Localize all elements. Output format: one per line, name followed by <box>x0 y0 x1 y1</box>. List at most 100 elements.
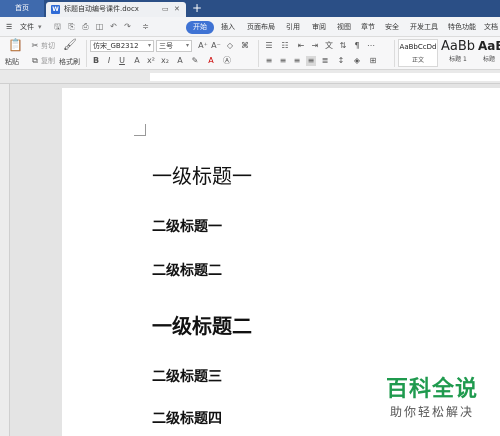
shading-icon[interactable]: ◈ <box>352 56 362 66</box>
redo-icon[interactable]: ↷ <box>122 21 133 32</box>
document-tab-title: 标题自动编号课件.docx <box>64 5 139 13</box>
watermark-subtitle: 助你轻松解决 <box>389 405 474 419</box>
menu-tab-references[interactable]: 引用 <box>286 17 300 37</box>
file-menu-dropdown-icon[interactable]: ▾ <box>38 17 42 37</box>
paste-icon[interactable]: 📋 <box>8 39 23 54</box>
highlight-icon[interactable]: ✎ <box>190 56 200 66</box>
ribbon-divider <box>258 40 259 67</box>
paste-button[interactable]: 粘贴 <box>5 57 19 67</box>
increase-indent-icon[interactable]: ⇥ <box>310 41 320 51</box>
save-icon[interactable]: 🖫 <box>52 21 63 32</box>
text-effect-icon[interactable]: A <box>175 56 185 66</box>
heading-level-2[interactable]: 二级标题三 <box>152 366 222 386</box>
align-right-icon[interactable]: ≡ <box>292 56 302 66</box>
menu-tab-docs[interactable]: 文档 <box>484 17 498 37</box>
style-normal-sample: AaBbCcDd <box>399 43 437 51</box>
menu-tab-security[interactable]: 安全 <box>385 17 399 37</box>
word-doc-icon: W <box>51 5 60 14</box>
style-heading[interactable]: AaB 标题 <box>478 39 500 67</box>
menu-tab-developer[interactable]: 开发工具 <box>410 17 438 37</box>
heading-level-1[interactable]: 一级标题二 <box>152 310 252 339</box>
customize-toolbar-icon[interactable]: ≑ <box>140 21 151 32</box>
style-heading-1-sample: AaBb <box>440 39 476 54</box>
char-border-icon[interactable]: Ⓐ <box>222 56 232 66</box>
menu-bar: ☰ 文件 ▾ 🖫 ⎘ ⎙ ◫ ↶ ↷ ≑ 开始 插入 页面布局 引用 审阅 视图… <box>0 17 500 37</box>
menu-tab-insert[interactable]: 插入 <box>221 17 235 37</box>
format-painter-icon[interactable]: 🖌 <box>63 39 77 54</box>
heading-level-2[interactable]: 二级标题二 <box>152 260 222 280</box>
superscript-icon[interactable]: x² <box>146 56 156 66</box>
pinyin-guide-icon[interactable]: ⌘ <box>240 41 250 51</box>
menu-tab-section[interactable]: 章节 <box>361 17 375 37</box>
ruler-scale <box>150 73 500 81</box>
copy-button[interactable]: 复制 <box>41 56 55 66</box>
print-preview-icon[interactable]: ◫ <box>94 21 105 32</box>
new-tab-button[interactable]: + <box>192 1 202 16</box>
subscript-icon[interactable]: x₂ <box>160 56 170 66</box>
menu-tab-view[interactable]: 视图 <box>337 17 351 37</box>
export-pdf-icon[interactable]: ⎘ <box>66 21 77 32</box>
format-painter-button[interactable]: 格式刷 <box>59 57 80 67</box>
cut-icon[interactable]: ✂ <box>30 41 40 51</box>
site-watermark: 百科全说 助你轻松解决 <box>372 376 492 420</box>
strikethrough-icon[interactable]: A <box>132 56 142 66</box>
decrease-font-icon[interactable]: A⁻ <box>211 41 221 51</box>
style-heading-sample: AaB <box>478 39 500 53</box>
increase-font-icon[interactable]: A⁺ <box>198 41 208 51</box>
undo-icon[interactable]: ↶ <box>108 21 119 32</box>
decrease-indent-icon[interactable]: ⇤ <box>296 41 306 51</box>
style-normal[interactable]: AaBbCcDd 正文 <box>398 39 438 67</box>
show-marks-icon[interactable]: ¶ <box>352 41 362 51</box>
font-name-value: 仿宋_GB2312 <box>93 42 139 50</box>
style-normal-label: 正文 <box>411 57 424 64</box>
heading-level-1[interactable]: 一级标题一 <box>152 160 252 189</box>
ribbon-divider <box>394 40 395 67</box>
watermark-title: 百科全说 <box>385 377 478 402</box>
chevron-down-icon: ▾ <box>147 42 151 49</box>
page-margin-corner-mark <box>134 124 146 136</box>
window-restore-icon[interactable]: ▭ <box>162 2 169 17</box>
clear-format-icon[interactable]: ◇ <box>225 41 235 51</box>
bullet-list-icon[interactable]: ☰ <box>264 41 274 51</box>
paragraph-settings-icon[interactable]: ⋯ <box>366 41 376 51</box>
menu-tab-features[interactable]: 特色功能 <box>448 17 476 37</box>
style-heading-1-label: 标题 1 <box>449 56 467 63</box>
numbered-list-icon[interactable]: ☷ <box>280 41 290 51</box>
hamburger-menu-icon[interactable]: ☰ <box>6 17 12 37</box>
print-icon[interactable]: ⎙ <box>80 21 91 32</box>
home-tab[interactable]: 首页 <box>0 0 44 17</box>
document-tab[interactable]: W 标题自动编号课件.docx ▭ ✕ <box>46 2 186 17</box>
chinese-layout-icon[interactable]: 文 <box>324 41 334 51</box>
align-left-icon[interactable]: ≡ <box>264 56 274 66</box>
ribbon-toolbar: 📋 粘贴 ✂ 剪切 ⧉ 复制 🖌 格式刷 仿宋_GB2312 ▾ 三号 ▾ A⁺… <box>0 37 500 70</box>
style-heading-label: 标题 <box>482 56 495 63</box>
font-name-select[interactable]: 仿宋_GB2312 ▾ <box>90 40 154 52</box>
file-menu[interactable]: 文件 <box>20 17 34 37</box>
font-size-value: 三号 <box>159 42 173 50</box>
menu-tab-start[interactable]: 开始 <box>186 21 214 34</box>
line-spacing-icon[interactable]: ↕ <box>336 56 346 66</box>
heading-level-2[interactable]: 二级标题四 <box>152 408 222 428</box>
ribbon-divider <box>86 40 87 67</box>
justify-icon[interactable]: ≡ <box>306 56 316 66</box>
align-center-icon[interactable]: ≡ <box>278 56 288 66</box>
menu-tab-review[interactable]: 审阅 <box>312 17 326 37</box>
chevron-down-icon: ▾ <box>185 42 189 49</box>
heading-level-2[interactable]: 二级标题一 <box>152 216 222 236</box>
italic-icon[interactable]: I <box>104 56 114 66</box>
menu-tab-page-layout[interactable]: 页面布局 <box>247 17 275 37</box>
font-color-icon[interactable]: A <box>206 56 216 66</box>
borders-icon[interactable]: ⊞ <box>368 56 378 66</box>
close-tab-icon[interactable]: ✕ <box>174 2 180 17</box>
cut-button[interactable]: 剪切 <box>41 41 55 51</box>
underline-icon[interactable]: U <box>117 56 127 66</box>
vertical-ruler[interactable] <box>0 84 10 436</box>
copy-icon[interactable]: ⧉ <box>30 56 40 66</box>
style-heading-1[interactable]: AaBb 标题 1 <box>440 39 476 67</box>
horizontal-ruler[interactable] <box>0 70 500 84</box>
bold-icon[interactable]: B <box>91 56 101 66</box>
distributed-icon[interactable]: ≣ <box>320 56 330 66</box>
font-size-select[interactable]: 三号 ▾ <box>156 40 192 52</box>
sort-icon[interactable]: ⇅ <box>338 41 348 51</box>
title-tab-bar: 首页 W 标题自动编号课件.docx ▭ ✕ + <box>0 0 500 17</box>
